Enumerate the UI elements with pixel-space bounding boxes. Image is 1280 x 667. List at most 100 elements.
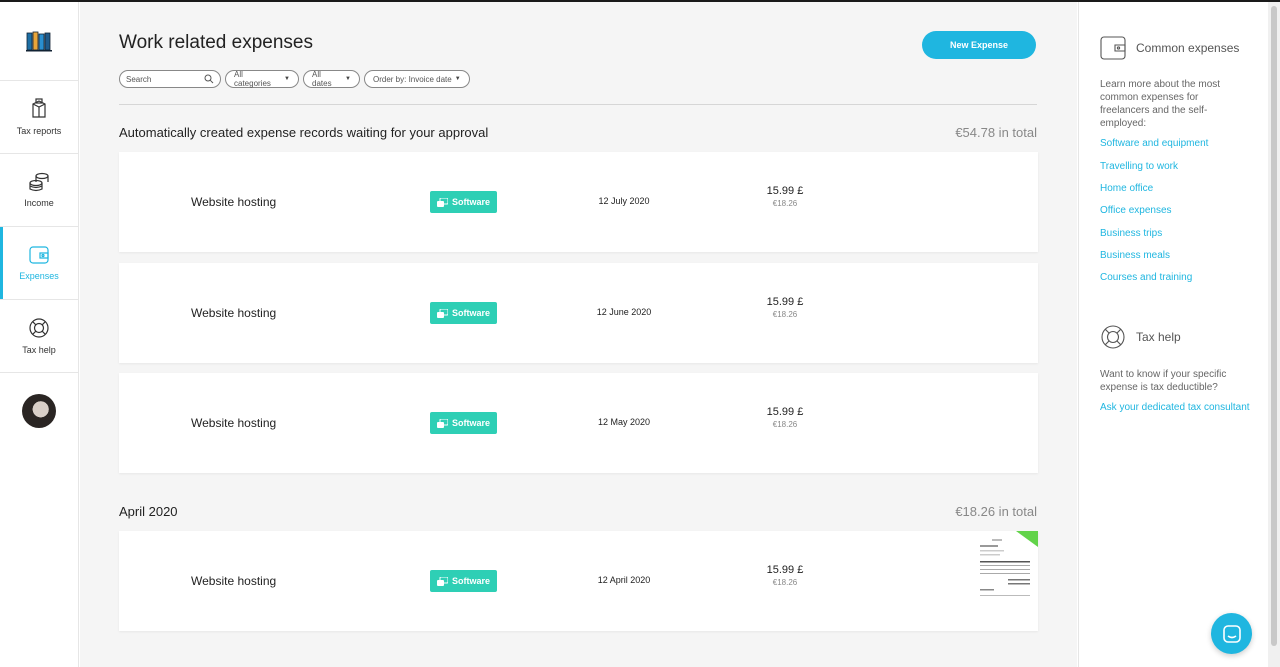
cards-icon bbox=[436, 197, 448, 207]
link-business-trips[interactable]: Business trips bbox=[1100, 227, 1250, 240]
expense-name: Website hosting bbox=[191, 195, 277, 209]
category-badge: Software bbox=[430, 412, 497, 434]
sidebar-nav: Tax reports Income Expenses Tax help bbox=[0, 2, 79, 667]
cards-icon bbox=[436, 418, 448, 428]
search-input[interactable] bbox=[126, 74, 204, 84]
pending-section-header: Automatically created expense records wa… bbox=[119, 125, 1037, 140]
link-home-office[interactable]: Home office bbox=[1100, 182, 1250, 195]
order-by-select[interactable]: Order by: Invoice date ▼ bbox=[364, 70, 470, 88]
ask-consultant-link[interactable]: Ask your dedicated tax consultant bbox=[1100, 401, 1250, 414]
section-total: €18.26 in total bbox=[955, 504, 1037, 519]
expense-date: 12 July 2020 bbox=[598, 196, 650, 206]
nav-item-tax-help[interactable]: Tax help bbox=[0, 300, 78, 373]
order-by-value: Invoice date bbox=[408, 74, 452, 84]
link-courses-training[interactable]: Courses and training bbox=[1100, 271, 1250, 284]
caret-down-icon: ▼ bbox=[284, 76, 290, 82]
expense-amount: 15.99 £ €18.26 bbox=[735, 406, 835, 429]
nav-label: Tax help bbox=[22, 345, 56, 355]
amount-converted: €18.26 bbox=[772, 578, 798, 587]
main-content: Work related expenses New Expense All ca… bbox=[80, 2, 1077, 667]
amount-original: 15.99 £ bbox=[766, 406, 804, 418]
divider bbox=[119, 104, 1037, 105]
category-label: Software bbox=[451, 418, 490, 428]
receipt-thumbnail[interactable] bbox=[972, 531, 1038, 604]
category-filter[interactable]: All categories ▼ bbox=[225, 70, 299, 88]
lifebuoy-icon bbox=[29, 318, 49, 338]
cards-icon bbox=[436, 576, 448, 586]
link-software-equipment[interactable]: Software and equipment bbox=[1100, 137, 1250, 150]
expense-row[interactable]: Website hosting Software 12 July 2020 15… bbox=[119, 152, 1038, 252]
page-scrollbar[interactable] bbox=[1268, 2, 1280, 667]
app-logo[interactable] bbox=[0, 2, 78, 81]
help-sidebar: Common expenses Learn more about the mos… bbox=[1078, 2, 1267, 667]
expense-row[interactable]: Website hosting Software 12 June 2020 15… bbox=[119, 263, 1038, 363]
nav-item-income[interactable]: Income bbox=[0, 154, 78, 227]
category-label: Software bbox=[451, 197, 490, 207]
tax-help-description: Want to know if your specific expense is… bbox=[1100, 369, 1227, 393]
caret-down-icon: ▼ bbox=[345, 76, 351, 82]
tax-help-title: Tax help bbox=[1136, 330, 1181, 344]
expense-row[interactable]: Website hosting Software 12 April 2020 1… bbox=[119, 531, 1038, 631]
link-travelling-to-work[interactable]: Travelling to work bbox=[1100, 160, 1250, 173]
amount-converted: €18.26 bbox=[772, 310, 798, 319]
expense-date: 12 April 2020 bbox=[597, 575, 651, 585]
expense-name: Website hosting bbox=[191, 574, 277, 588]
search-box bbox=[119, 70, 221, 88]
common-expenses-description: Learn more about the most common expense… bbox=[1100, 79, 1221, 129]
expense-name: Website hosting bbox=[191, 416, 277, 430]
category-badge: Software bbox=[430, 191, 497, 213]
receipt-preview-icon bbox=[972, 531, 1038, 604]
common-expenses-header: Common expenses bbox=[1100, 36, 1239, 60]
link-office-expenses[interactable]: Office expenses bbox=[1100, 204, 1250, 217]
date-filter-label: All dates bbox=[312, 70, 332, 88]
amount-original: 15.99 £ bbox=[766, 296, 804, 308]
amount-converted: €18.26 bbox=[772, 420, 798, 429]
nav-item-tax-reports[interactable]: Tax reports bbox=[0, 81, 78, 154]
nav-label: Expenses bbox=[19, 271, 59, 281]
category-badge: Software bbox=[430, 302, 497, 324]
expense-date: 12 May 2020 bbox=[597, 417, 651, 427]
filter-bar: All categories ▼ All dates ▼ Order by: Inv… bbox=[119, 70, 470, 88]
tax-help-header: Tax help bbox=[1100, 324, 1181, 350]
new-expense-button[interactable]: New Expense bbox=[922, 31, 1036, 59]
section-title: April 2020 bbox=[119, 504, 178, 519]
date-filter[interactable]: All dates ▼ bbox=[303, 70, 360, 88]
user-menu[interactable] bbox=[0, 373, 78, 448]
order-by-prefix: Order by: bbox=[373, 74, 407, 84]
coins-icon bbox=[29, 172, 49, 192]
amount-converted: €18.26 bbox=[772, 199, 798, 208]
wallet-icon bbox=[1100, 36, 1126, 60]
box-icon bbox=[32, 98, 46, 118]
nav-label: Income bbox=[24, 198, 54, 208]
expense-name: Website hosting bbox=[191, 306, 277, 320]
books-icon bbox=[26, 31, 52, 52]
expense-row[interactable]: Website hosting Software 12 May 2020 15.… bbox=[119, 373, 1038, 473]
category-filter-label: All categories bbox=[234, 70, 271, 88]
expense-amount: 15.99 £ €18.26 bbox=[735, 185, 835, 208]
common-expenses-title: Common expenses bbox=[1136, 41, 1240, 55]
expense-amount: 15.99 £ €18.26 bbox=[735, 564, 835, 587]
scrollbar-thumb[interactable] bbox=[1271, 6, 1277, 646]
chat-launcher-button[interactable] bbox=[1211, 613, 1252, 654]
nav-label: Tax reports bbox=[16, 126, 62, 136]
caret-down-icon: ▼ bbox=[454, 76, 461, 82]
nav-item-expenses[interactable]: Expenses bbox=[0, 227, 78, 300]
avatar[interactable] bbox=[22, 393, 56, 428]
section-total: €54.78 in total bbox=[955, 125, 1037, 140]
section-title: Automatically created expense records wa… bbox=[119, 125, 489, 140]
search-icon bbox=[204, 74, 214, 84]
expense-date: 12 June 2020 bbox=[596, 307, 652, 317]
page-title: Work related expenses bbox=[119, 32, 313, 53]
category-label: Software bbox=[451, 576, 490, 586]
category-label: Software bbox=[451, 308, 490, 318]
chat-icon bbox=[1222, 624, 1241, 643]
amount-original: 15.99 £ bbox=[766, 185, 804, 197]
amount-original: 15.99 £ bbox=[766, 564, 804, 576]
category-badge: Software bbox=[430, 570, 497, 592]
month-section-header: April 2020 €18.26 in total bbox=[119, 504, 1037, 519]
expense-amount: 15.99 £ €18.26 bbox=[735, 296, 835, 319]
lifebuoy-icon bbox=[1101, 325, 1125, 349]
wallet-icon bbox=[29, 246, 49, 264]
link-business-meals[interactable]: Business meals bbox=[1100, 249, 1250, 262]
cards-icon bbox=[436, 308, 448, 318]
